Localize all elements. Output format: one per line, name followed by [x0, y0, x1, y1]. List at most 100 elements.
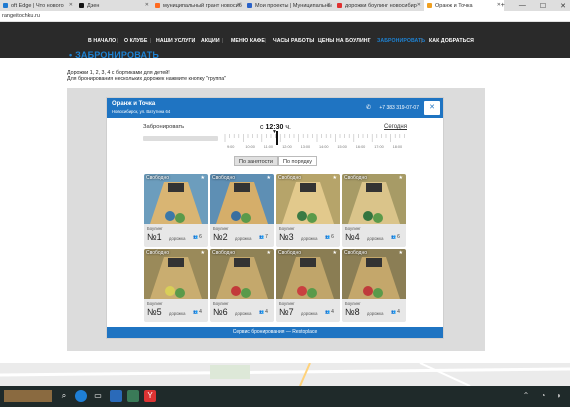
time-range-bar[interactable]: [143, 136, 218, 141]
browser-tab-active[interactable]: Оранж и Точка ✕: [424, 0, 504, 11]
tab-title: Дзен: [87, 2, 100, 9]
nav-item-prices[interactable]: ЦЕНЫ НА БОУЛИНГ: [318, 38, 371, 44]
widget-header: Оранж и Точка Новосибирск, ул. Ватутина …: [107, 98, 443, 118]
nav-separator: |: [222, 38, 224, 44]
lane-photo: [144, 174, 208, 224]
chevron-up-icon[interactable]: ⌃: [520, 390, 532, 402]
lane-number: №5: [147, 307, 162, 317]
tab-title: Оранж и Точка: [435, 2, 473, 9]
lane-word: дорожка: [169, 236, 186, 241]
lane-photo: [144, 249, 208, 299]
lane-number: №3: [279, 232, 294, 242]
close-icon[interactable]: ✕: [327, 2, 331, 8]
nav-item-promos[interactable]: АКЦИИ: [201, 38, 220, 44]
nav-separator: |: [369, 38, 371, 44]
browser-tab[interactable]: Дзен ✕: [76, 0, 152, 11]
capacity-value: 6: [397, 234, 400, 240]
lane-type: Боулинг: [213, 301, 229, 306]
capacity-value: 4: [265, 309, 268, 315]
nav-item-home[interactable]: В НАЧАЛО: [88, 38, 116, 44]
tick-label: 12:00: [282, 145, 292, 149]
lane-status: Свободно: [146, 250, 169, 256]
tick-label: 15:00: [337, 145, 347, 149]
tab-title: Мои проекты | Муниципальны: [255, 2, 332, 9]
lane-status: Свободно: [146, 175, 169, 181]
browser-tab[interactable]: муниципальный грант новосиб ✕: [152, 0, 244, 11]
date-selector[interactable]: Сегодня: [384, 124, 407, 130]
lane-number: №6: [213, 307, 228, 317]
close-icon[interactable]: ✕: [69, 2, 73, 8]
tick-label: 9:00: [227, 145, 234, 149]
tick-label: 17:00: [374, 145, 384, 149]
nav-item-hours[interactable]: ЧАСЫ РАБОТЫ: [273, 38, 314, 44]
tab-favicon: [3, 3, 8, 8]
window-controls: + — ☐ ✕: [501, 0, 566, 11]
nav-separator: |: [421, 38, 423, 44]
nav-item-directions[interactable]: КАК ДОБРАТЬСЯ: [429, 38, 474, 44]
window-close-button[interactable]: ✕: [560, 2, 566, 10]
capacity-value: 4: [331, 309, 334, 315]
lane-word: дорожка: [301, 236, 318, 241]
star-icon: ★: [266, 175, 271, 181]
star-icon: ★: [200, 175, 205, 181]
capacity-value: 4: [199, 309, 202, 315]
star-icon: ★: [200, 250, 205, 256]
lane-card[interactable]: Свободно ★ Боулинг №8 дорожка 👥 4: [342, 249, 406, 322]
browser-tab[interactable]: дорожки боулинг новосибир ✕: [334, 0, 424, 11]
search-icon[interactable]: ⌕: [58, 390, 70, 402]
browser-tab[interactable]: oft Edge | Что нового ✕: [0, 0, 76, 11]
tab-favicon: [337, 3, 342, 8]
widget-footer[interactable]: Сервис бронирования — Restoplace: [107, 327, 443, 338]
lane-word: дорожка: [367, 236, 384, 241]
time-prefix: с: [260, 124, 264, 131]
nav-item-menu[interactable]: МЕНЮ КАФЕ: [231, 38, 265, 44]
browser-tab[interactable]: Мои проекты | Муниципальны ✕: [244, 0, 334, 11]
nav-item-about[interactable]: О КЛУБЕ: [124, 38, 147, 44]
tab-favicon: [427, 3, 432, 8]
time-slider[interactable]: 9:00 10:00 11:00 12:00 13:00 14:00 15:00 16:00 1…: [223, 132, 407, 150]
close-icon[interactable]: ✕: [417, 2, 421, 8]
star-icon: ★: [266, 250, 271, 256]
address-bar[interactable]: rangeitochku.ru: [0, 11, 570, 22]
star-icon: ★: [398, 250, 403, 256]
mail-icon[interactable]: [127, 390, 139, 402]
capacity-value: 6: [331, 234, 334, 240]
nav-item-services[interactable]: НАШИ УСЛУГИ: [156, 38, 195, 44]
maximize-button[interactable]: ☐: [540, 2, 546, 10]
store-icon[interactable]: [110, 390, 122, 402]
nav-item-booking[interactable]: ЗАБРОНИРОВАТЬ: [377, 38, 425, 44]
close-widget-button[interactable]: ✕: [424, 101, 440, 115]
minimize-button[interactable]: —: [519, 2, 526, 9]
tab-title: муниципальный грант новосиб: [163, 2, 242, 9]
lane-card[interactable]: Свободно ★ Боулинг №3 дорожка 👥 6: [276, 174, 340, 247]
lane-card[interactable]: Свободно ★ Боулинг №6 дорожка 👥 4: [210, 249, 274, 322]
task-view-icon[interactable]: ▭: [92, 390, 104, 402]
lane-card[interactable]: Свободно ★ Боулинг №1 дорожка 👥 6: [144, 174, 208, 247]
new-tab-button[interactable]: +: [501, 2, 505, 9]
tick-label: 16:00: [356, 145, 366, 149]
map-roads: [0, 362, 570, 387]
close-icon[interactable]: ✕: [145, 2, 149, 8]
network-icon[interactable]: ◔: [537, 390, 549, 402]
volume-icon[interactable]: ◗: [553, 390, 565, 402]
lane-card[interactable]: Свободно ★ Боулинг №4 дорожка 👥 6: [342, 174, 406, 247]
lane-word: дорожка: [169, 311, 186, 316]
sort-by-order-button[interactable]: По порядку: [278, 156, 317, 166]
yandex-icon[interactable]: Y: [144, 390, 156, 402]
close-icon[interactable]: ✕: [237, 2, 241, 8]
time-suffix: ч.: [285, 124, 291, 131]
venue-phone[interactable]: +7 383 319-07-07: [379, 105, 419, 111]
lane-card[interactable]: Свободно ★ Боулинг №2 дорожка 👥 7: [210, 174, 274, 247]
lane-type: Боулинг: [213, 226, 229, 231]
lane-photo: [210, 174, 274, 224]
lane-card[interactable]: Свободно ★ Боулинг №5 дорожка 👥 4: [144, 249, 208, 322]
time-slider-handle[interactable]: [276, 131, 278, 145]
info-note: Для бронирования нескольких дорожек нажм…: [67, 76, 227, 82]
edge-icon[interactable]: [75, 390, 87, 402]
star-icon: ★: [332, 250, 337, 256]
lane-card[interactable]: Свободно ★ Боулинг №7 дорожка 👥 4: [276, 249, 340, 322]
lane-type: Боулинг: [279, 301, 295, 306]
start-widget-image[interactable]: [4, 390, 52, 402]
sort-by-occupancy-button[interactable]: По занятости: [234, 156, 278, 166]
address-text[interactable]: rangeitochku.ru: [2, 13, 40, 19]
